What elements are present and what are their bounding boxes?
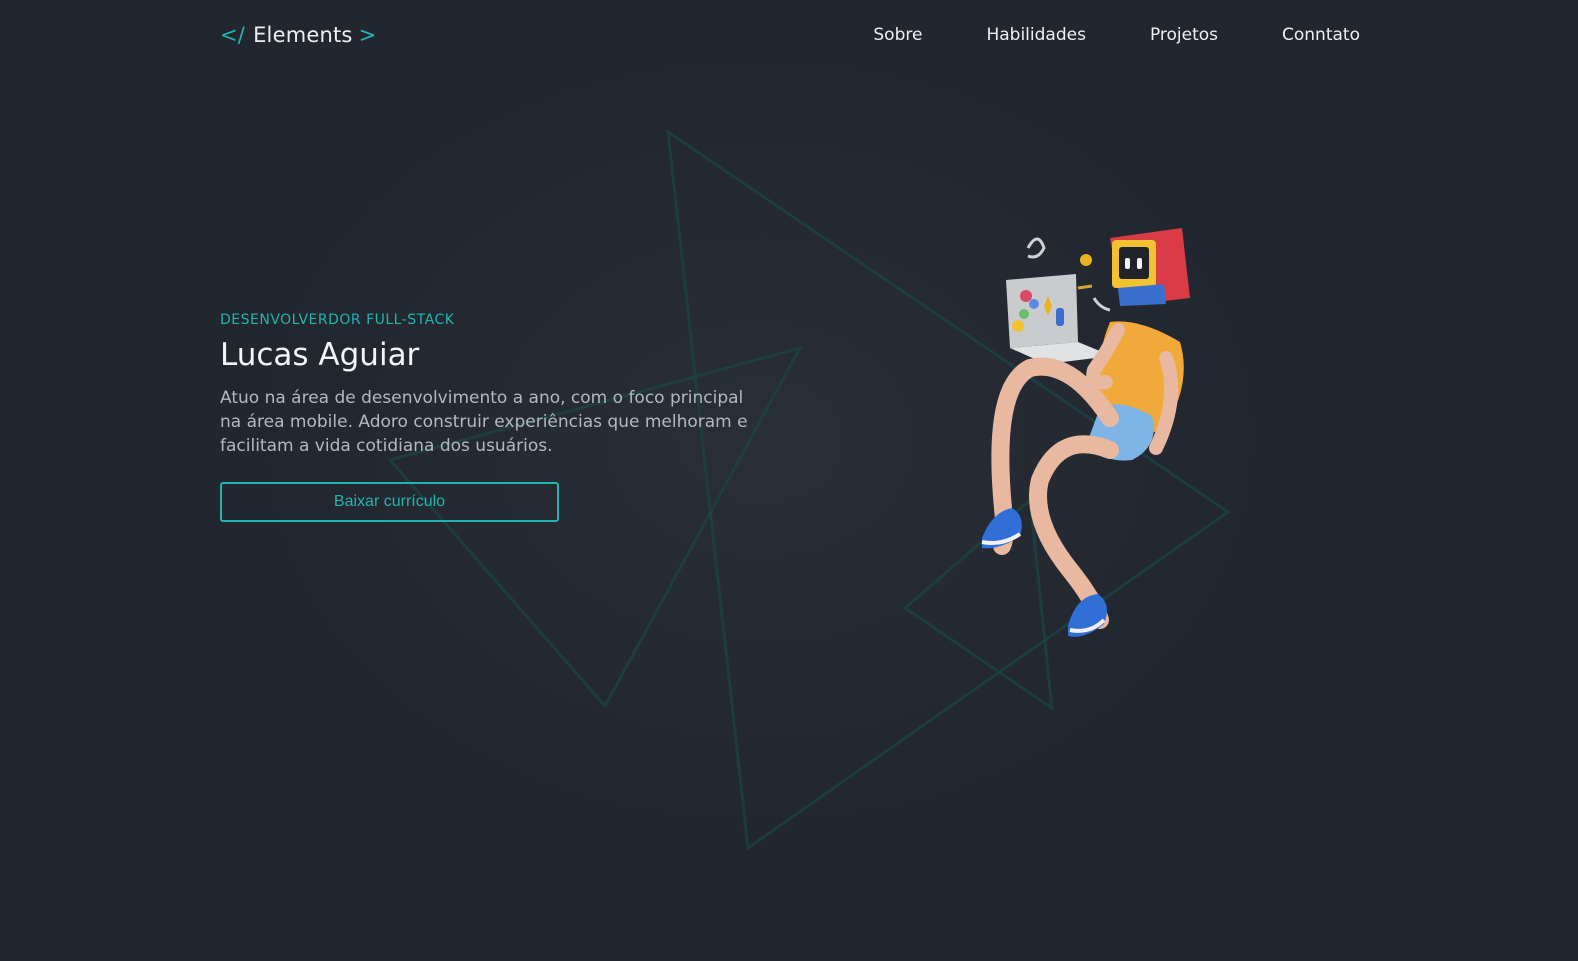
page: </ Elements > Sobre Habilidades Projetos… [0, 0, 1578, 961]
character-legs [991, 357, 1119, 629]
code-bracket-icon: </ [220, 23, 246, 47]
logo-text: Elements [253, 23, 353, 47]
developer-3d-illustration [981, 228, 1190, 637]
laptop [1006, 274, 1112, 364]
nav-link-sobre[interactable]: Sobre [873, 25, 922, 45]
site-logo[interactable]: </ Elements > [220, 23, 376, 47]
monitor-head [1110, 228, 1190, 306]
nav-link-projetos[interactable]: Projetos [1150, 25, 1218, 45]
hero-description: Atuo na área de desenvolvimento a ano, c… [220, 388, 748, 456]
nav-link-habilidades[interactable]: Habilidades [986, 25, 1085, 45]
hero-section: DESENVOLVERDOR FULL-STACK Lucas Aguiar A… [220, 312, 760, 522]
hero-subtitle: DESENVOLVERDOR FULL-STACK [220, 312, 455, 328]
hero-title: Lucas Aguiar [220, 337, 420, 373]
main-nav: Sobre Habilidades Projetos Conntato [873, 25, 1360, 45]
code-bracket-icon: > [358, 23, 377, 47]
download-cv-button[interactable]: Baixar currículo [220, 482, 559, 522]
top-navbar: </ Elements > Sobre Habilidades Projetos… [220, 18, 1360, 52]
nav-link-contato[interactable]: Conntato [1282, 25, 1360, 45]
